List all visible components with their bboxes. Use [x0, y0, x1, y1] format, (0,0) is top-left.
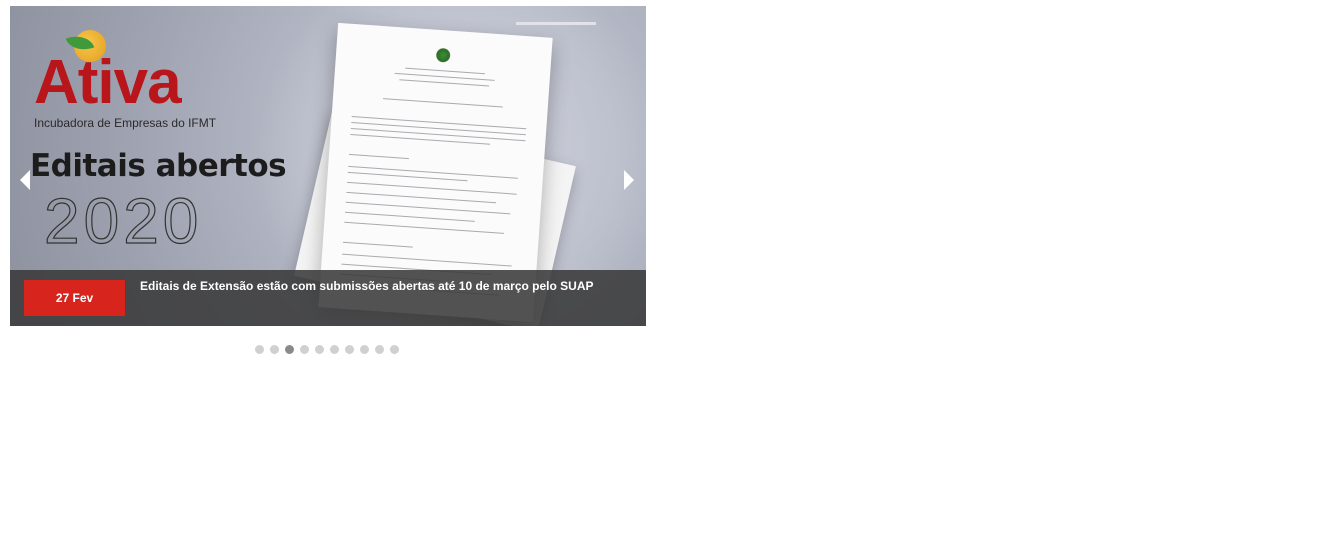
news-carousel[interactable]: Ativa Incubadora de Empresas do IFMT Edi…: [10, 6, 646, 326]
pagination-dot[interactable]: [345, 345, 354, 354]
previous-slide-arrow-icon[interactable]: [20, 170, 30, 190]
date-badge: 27 Fev: [24, 280, 125, 316]
logo-wordmark: Ativa: [34, 48, 182, 117]
slide-headline: Editais abertos: [30, 148, 287, 184]
pagination-dot[interactable]: [315, 345, 324, 354]
ativa-logo: Ativa Incubadora de Empresas do IFMT: [34, 26, 254, 136]
pagination-dot[interactable]: [300, 345, 309, 354]
pagination-dot[interactable]: [255, 345, 264, 354]
logo-subtitle: Incubadora de Empresas do IFMT: [34, 116, 217, 130]
next-slide-arrow-icon[interactable]: [624, 170, 634, 190]
pagination-dot[interactable]: [285, 345, 294, 354]
pagination-dot[interactable]: [330, 345, 339, 354]
pagination-dot[interactable]: [270, 345, 279, 354]
slide-year: 2020: [43, 184, 203, 257]
slide-progress-bar: [516, 22, 596, 25]
carousel-pagination: [255, 345, 399, 354]
pagination-dot[interactable]: [390, 345, 399, 354]
slide-caption-bar: 27 Fev Editais de Extensão estão com sub…: [10, 270, 646, 326]
pagination-dot[interactable]: [360, 345, 369, 354]
brasao-icon: [435, 47, 451, 63]
pagination-dot[interactable]: [375, 345, 384, 354]
slide-caption-link[interactable]: Editais de Extensão estão com submissões…: [140, 279, 594, 293]
